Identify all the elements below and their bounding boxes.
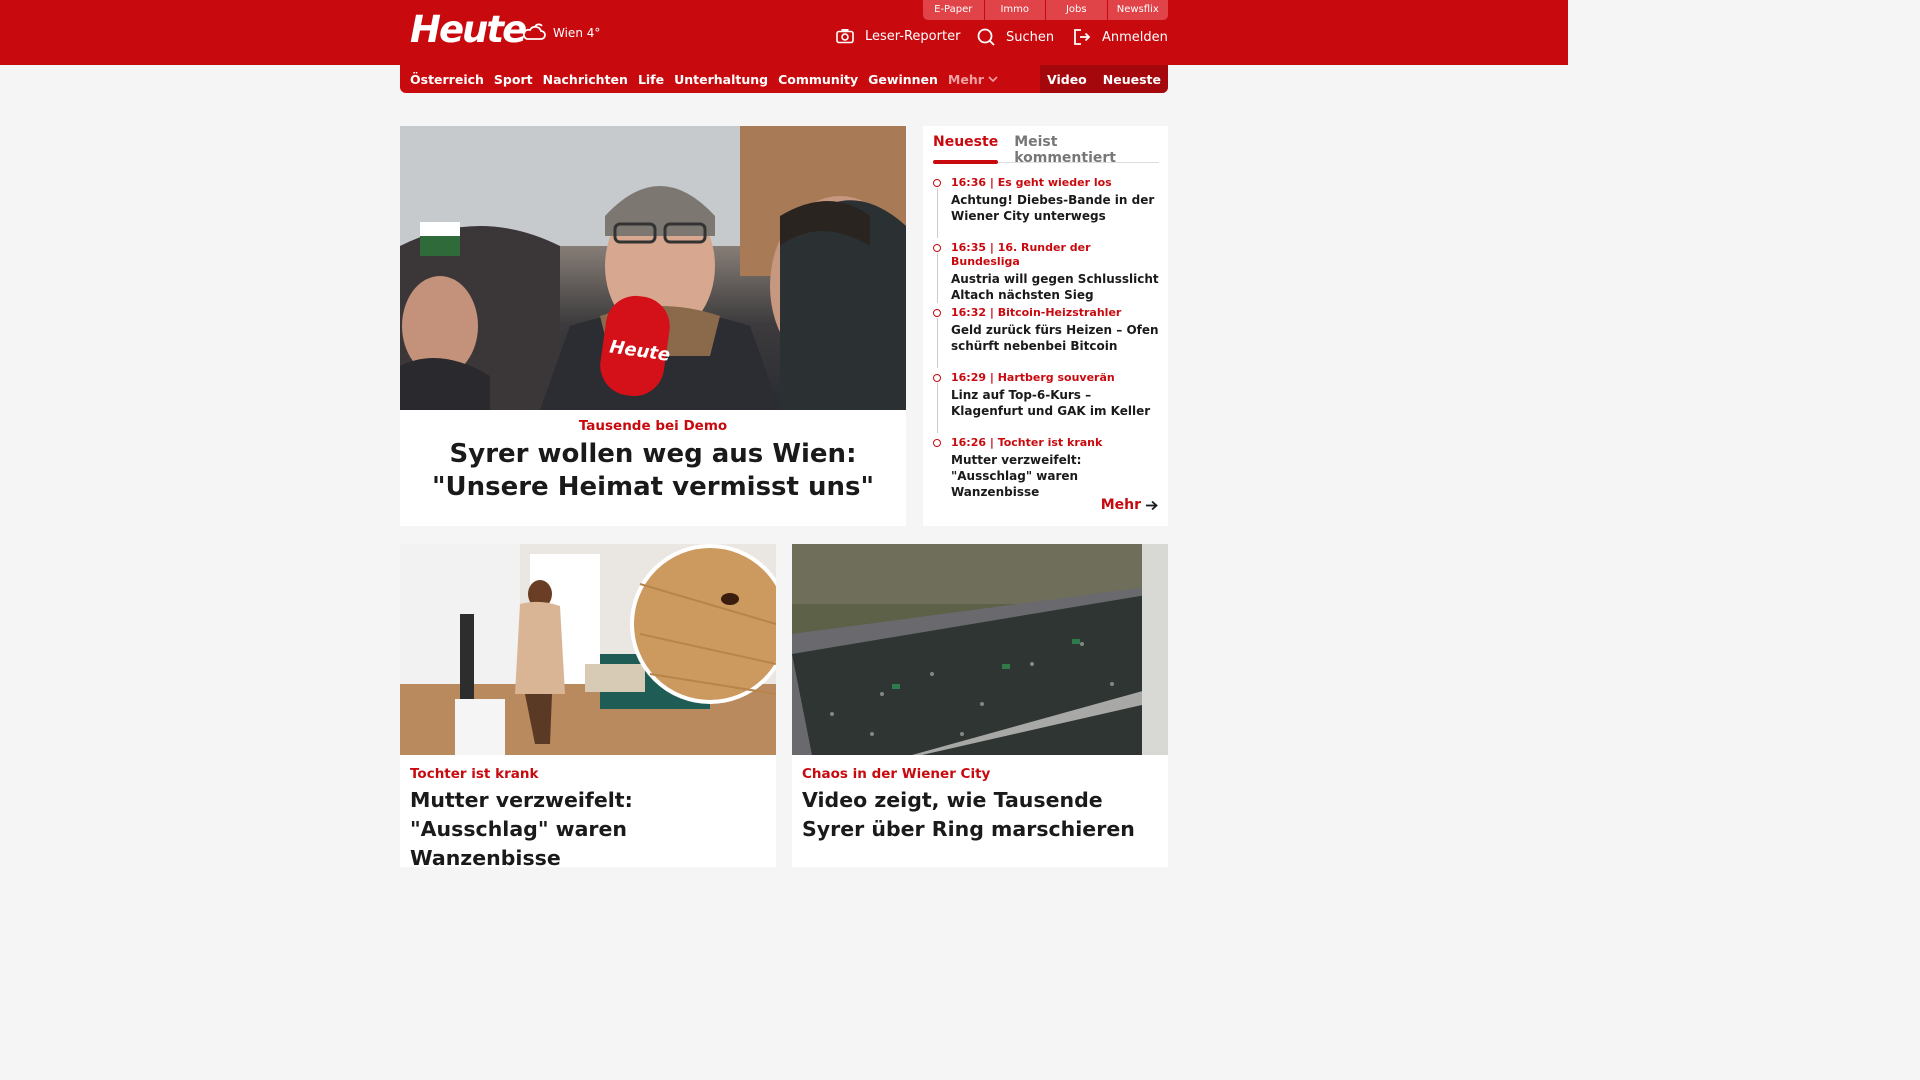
news-item-title[interactable]: Achtung! Diebes-Bande in der Wiener City… — [951, 192, 1163, 224]
article-headline[interactable]: Video zeigt, wie Tausende Syrer über Rin… — [802, 786, 1158, 844]
search-icon — [977, 28, 995, 46]
news-item[interactable]: 16:36 | Es geht wieder los Achtung! Dieb… — [933, 176, 1163, 241]
article-image[interactable] — [792, 544, 1168, 755]
news-item-title[interactable]: Austria will gegen Schlusslicht Altach n… — [951, 271, 1163, 303]
nav-item-oesterreich[interactable]: Österreich — [410, 72, 484, 87]
sidebar-more-link[interactable]: Mehr — [1101, 497, 1158, 513]
news-item[interactable]: 16:32 | Bitcoin-Heizstrahler Geld zurück… — [933, 306, 1163, 371]
leser-reporter-button[interactable]: Leser-Reporter — [836, 28, 960, 44]
news-item-meta: 16:36 | Es geht wieder los — [951, 176, 1112, 189]
news-item-title[interactable]: Mutter verzweifelt: "Ausschlag" waren Wa… — [951, 452, 1163, 500]
news-item-meta: 16:32 | Bitcoin-Heizstrahler — [951, 306, 1122, 319]
nav-more-label: Mehr — [947, 71, 984, 87]
timeline-dot-icon — [933, 439, 941, 447]
weather-text: Wien 4° — [553, 26, 601, 40]
site-header: E-Paper Immo Jobs Newsflix Heute Wien 4°… — [0, 0, 1568, 65]
tab-meist-kommentiert[interactable]: Meist kommentiert — [1014, 126, 1143, 166]
nav-video[interactable]: Video — [1047, 72, 1087, 87]
login-button[interactable]: Anmelden — [1073, 28, 1168, 46]
hero-photo: Heute — [400, 126, 906, 410]
article-image[interactable] — [400, 544, 776, 755]
camera-icon — [836, 29, 854, 44]
timeline-line — [936, 383, 938, 433]
login-icon — [1074, 29, 1091, 45]
main-nav: Österreich Sport Nachrichten Life Unterh… — [400, 65, 1168, 93]
timeline-dot-icon — [933, 179, 941, 187]
login-label: Anmelden — [1102, 29, 1168, 45]
latest-news-sidebar: Neueste Meist kommentiert 16:36 | Es geh… — [923, 126, 1168, 526]
hero-kicker[interactable]: Tausende bei Demo — [400, 418, 906, 434]
news-item-meta: 16:29 | Hartberg souverän — [951, 371, 1115, 384]
news-item-meta: 16:26 | Tochter ist krank — [951, 436, 1103, 449]
hero-headline[interactable]: Syrer wollen weg aus Wien: "Unsere Heima… — [400, 438, 906, 504]
hero-article[interactable]: Heute Tausende bei Demo Syrer wollen weg… — [400, 126, 906, 526]
search-label: Suchen — [1006, 29, 1055, 45]
news-list: 16:36 | Es geht wieder los Achtung! Dieb… — [933, 176, 1163, 501]
site-logo[interactable]: Heute — [410, 8, 527, 51]
top-link-jobs[interactable]: Jobs — [1046, 0, 1108, 20]
nav-item-sport[interactable]: Sport — [494, 72, 533, 87]
nav-item-gewinnen[interactable]: Gewinnen — [868, 72, 938, 87]
timeline-line — [936, 318, 938, 368]
nav-item-community[interactable]: Community — [778, 72, 858, 87]
timeline-dot-icon — [933, 374, 941, 382]
leser-reporter-label: Leser-Reporter — [865, 28, 961, 44]
article-photo — [400, 544, 776, 755]
arrow-right-icon — [1146, 500, 1158, 510]
article-kicker[interactable]: Tochter ist krank — [410, 766, 776, 782]
top-link-newsflix[interactable]: Newsflix — [1108, 0, 1169, 20]
top-link-epaper[interactable]: E-Paper — [923, 0, 985, 20]
article-card[interactable]: Chaos in der Wiener City Video zeigt, wi… — [792, 544, 1168, 867]
sidebar-more-label: Mehr — [1100, 497, 1141, 513]
news-item[interactable]: 16:35 | 16. Runder der Bundesliga Austri… — [933, 241, 1163, 306]
article-kicker[interactable]: Chaos in der Wiener City — [802, 766, 1168, 782]
hero-image[interactable]: Heute — [400, 126, 906, 410]
news-item-title[interactable]: Linz auf Top-6-Kurs – Klagenfurt und GAK… — [951, 387, 1163, 419]
nav-item-unterhaltung[interactable]: Unterhaltung — [674, 72, 768, 87]
nav-more-dropdown[interactable]: Mehr — [948, 72, 998, 87]
news-item[interactable]: 16:26 | Tochter ist krank Mutter verzwei… — [933, 436, 1163, 501]
timeline-dot-icon — [933, 244, 941, 252]
nav-item-life[interactable]: Life — [638, 72, 664, 87]
top-links: E-Paper Immo Jobs Newsflix — [923, 0, 1168, 20]
tab-neueste[interactable]: Neueste — [933, 126, 999, 164]
weather-widget[interactable]: Wien 4° — [521, 22, 600, 44]
sidebar-tabs: Neueste Meist kommentiert — [933, 126, 1159, 166]
timeline-line — [936, 253, 938, 303]
news-item[interactable]: 16:29 | Hartberg souverän Linz auf Top-6… — [933, 371, 1163, 436]
timeline-dot-icon — [933, 309, 941, 317]
article-headline[interactable]: Mutter verzweifelt: "Ausschlag" waren Wa… — [410, 786, 766, 873]
nav-neueste[interactable]: Neueste — [1103, 72, 1161, 87]
article-card[interactable]: Tochter ist krank Mutter verzweifelt: "A… — [400, 544, 776, 870]
chevron-down-icon — [988, 75, 998, 82]
nav-item-nachrichten[interactable]: Nachrichten — [543, 72, 628, 87]
top-link-immo[interactable]: Immo — [985, 0, 1046, 20]
news-item-title[interactable]: Geld zurück fürs Heizen – Ofen schürft n… — [951, 322, 1163, 354]
article-photo — [792, 544, 1168, 755]
timeline-line — [936, 188, 938, 238]
weather-cloud-icon — [522, 23, 546, 40]
search-button[interactable]: Suchen — [977, 28, 1054, 46]
nav-right-group: Video Neueste — [1040, 65, 1168, 93]
news-item-meta: 16:35 | 16. Runder der Bundesliga — [951, 241, 1091, 268]
